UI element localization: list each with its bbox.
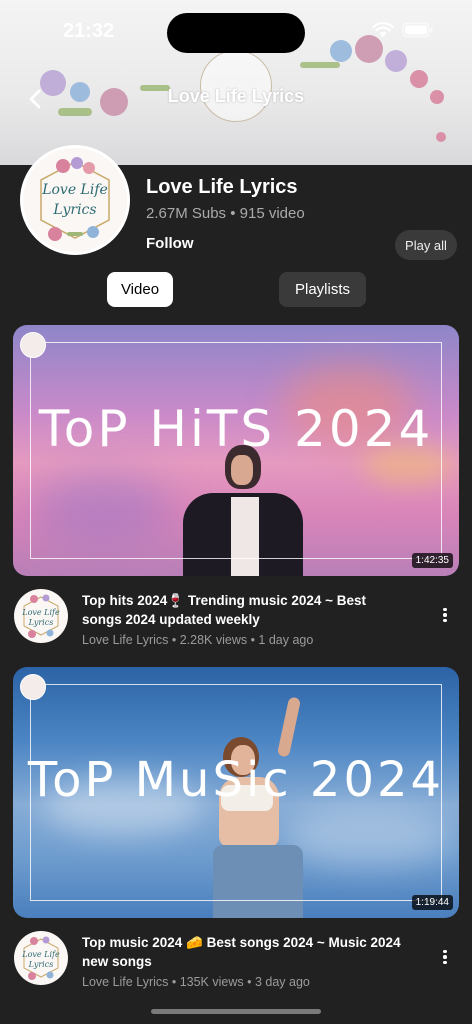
channel-logo-mini: Love Life Lyrics bbox=[15, 590, 67, 642]
video-duration: 1:42:35 bbox=[411, 553, 453, 568]
tab-playlists[interactable]: Playlists bbox=[279, 272, 366, 307]
thumbnail-text: ToP HiTS 2024 bbox=[38, 400, 434, 458]
video-meta: Love Life Lyrics • 2.28K views • 1 day a… bbox=[82, 633, 314, 647]
battery-icon bbox=[402, 22, 433, 38]
channel-name: Love Life Lyrics bbox=[146, 176, 298, 198]
home-indicator[interactable] bbox=[151, 1009, 321, 1014]
thumbnail-channel-logo bbox=[20, 674, 46, 700]
channel-logo-frame bbox=[40, 157, 110, 241]
header-title: Love Life Lyrics bbox=[167, 86, 305, 106]
channel-logo-text-1: Love Life bbox=[42, 182, 108, 198]
channel-stats: 2.67M Subs • 915 video bbox=[146, 205, 305, 222]
svg-text:Lyrics: Lyrics bbox=[28, 618, 54, 627]
tab-video[interactable]: Video bbox=[107, 272, 173, 307]
video-title[interactable]: Top music 2024 🧀 Best songs 2024 ~ Music… bbox=[82, 933, 402, 971]
follow-button[interactable]: Follow bbox=[146, 235, 194, 252]
svg-text:Love Life: Love Life bbox=[21, 950, 60, 959]
wifi-icon bbox=[372, 22, 394, 37]
more-options-button[interactable] bbox=[438, 605, 452, 625]
thumbnail-text: ToP MuSic 2024 bbox=[27, 752, 445, 808]
more-options-button[interactable] bbox=[438, 947, 452, 967]
video-thumbnail[interactable]: ToP MuSic 2024 1:19:44 bbox=[13, 667, 459, 918]
video-title[interactable]: Top hits 2024🍷 Trending music 2024 ~ Bes… bbox=[82, 591, 402, 629]
status-icons bbox=[372, 22, 434, 38]
channel-logo-mini: Love Life Lyrics bbox=[15, 932, 67, 984]
channel-avatar[interactable]: Love Life Lyrics bbox=[20, 145, 130, 255]
video-channel-avatar[interactable]: Love Life Lyrics bbox=[14, 931, 68, 985]
channel-logo-text-2: Lyrics bbox=[53, 202, 97, 218]
video-channel-avatar[interactable]: Love Life Lyrics bbox=[14, 589, 68, 643]
video-meta: Love Life Lyrics • 135K views • 3 day ag… bbox=[82, 975, 310, 989]
svg-text:Lyrics: Lyrics bbox=[28, 960, 54, 969]
video-thumbnail[interactable]: ToP HiTS 2024 1:42:35 bbox=[13, 325, 459, 576]
video-duration: 1:19:44 bbox=[411, 895, 453, 910]
thumbnail-channel-logo bbox=[20, 332, 46, 358]
play-all-button[interactable]: Play all bbox=[395, 230, 457, 260]
status-time: 21:32 bbox=[63, 20, 115, 42]
svg-text:Love Life: Love Life bbox=[21, 608, 60, 617]
dynamic-island bbox=[167, 13, 305, 53]
